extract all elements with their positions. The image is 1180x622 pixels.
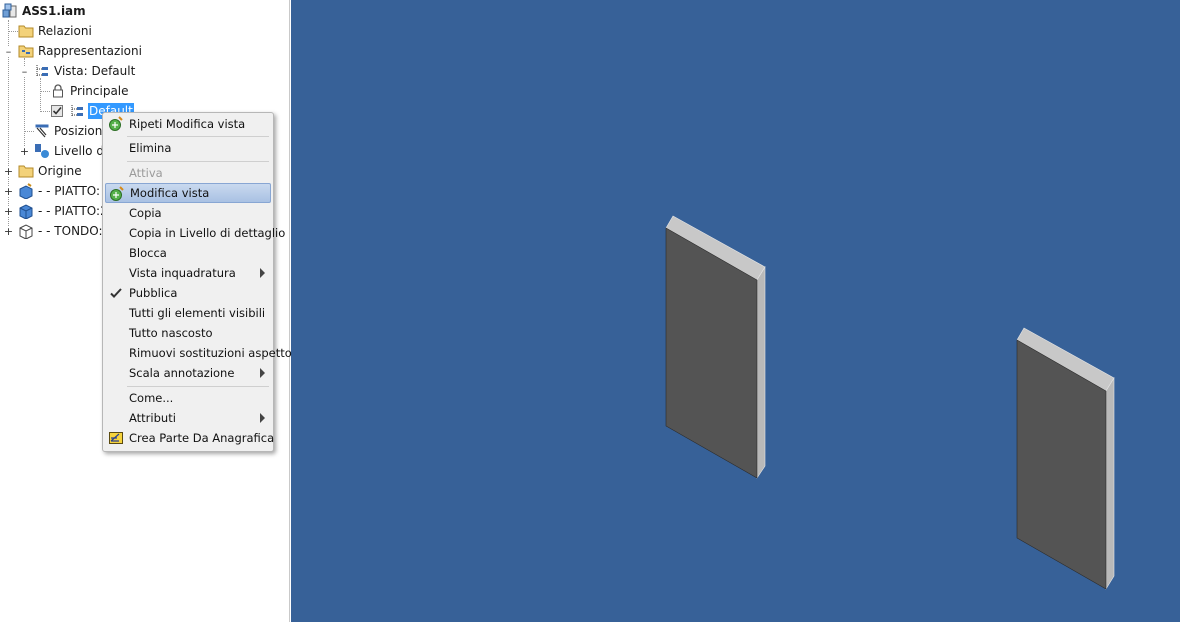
menu-item-label: Crea Parte Da Anagrafica	[129, 431, 275, 445]
view-rep-icon	[34, 63, 50, 79]
tree-item-tondo-1[interactable]: - - TONDO:1	[18, 221, 111, 241]
graphics-viewport[interactable]	[291, 0, 1180, 622]
menu-item-pubblica[interactable]: Pubblica	[105, 283, 271, 303]
menu-item-blocca[interactable]: Blocca	[105, 243, 271, 263]
submenu-arrow-icon	[260, 368, 265, 378]
part-outline-icon	[18, 223, 34, 240]
menu-item-modifica-vista[interactable]: Modifica vista	[105, 183, 271, 203]
tree-item-label: Rappresentazioni	[38, 44, 142, 58]
assembly-icon	[2, 3, 18, 19]
menu-item-rimuovi-sostituzioni[interactable]: Rimuovi sostituzioni aspetto	[105, 343, 292, 363]
tree-line	[40, 78, 41, 112]
plate-part-2[interactable]	[1016, 327, 1115, 591]
create-part-icon	[108, 430, 124, 446]
tree-line	[8, 31, 18, 32]
submenu-arrow-icon	[260, 413, 265, 423]
tree-item-vista-default[interactable]: Vista: Default	[34, 61, 136, 81]
menu-item-come[interactable]: Come...	[105, 388, 271, 408]
representations-folder-icon	[18, 43, 34, 59]
tree-item-label: Livello di	[54, 144, 108, 158]
tree-item-label: Vista: Default	[54, 64, 136, 78]
menu-item-label: Come...	[129, 391, 174, 405]
checkmark-icon	[108, 285, 124, 301]
collapse-icon[interactable]: –	[20, 66, 29, 77]
tree-item-posizione[interactable]: Posizione	[34, 121, 111, 141]
menu-item-label: Pubblica	[129, 286, 178, 300]
menu-item-label: Tutto nascosto	[129, 326, 213, 340]
menu-item-elimina[interactable]: Elimina	[105, 138, 271, 158]
menu-item-label: Vista inquadratura	[129, 266, 236, 280]
menu-item-label: Attributi	[129, 411, 176, 425]
part-icon	[18, 203, 34, 220]
menu-item-label: Ripeti Modifica vista	[129, 117, 246, 131]
plate-part-1[interactable]	[665, 215, 766, 479]
menu-item-label: Scala annotazione	[129, 366, 235, 380]
expand-icon[interactable]: +	[20, 146, 29, 157]
menu-item-vista-inquadratura[interactable]: Vista inquadratura	[105, 263, 271, 283]
modify-view-icon	[109, 186, 125, 202]
tree-item-livello-di[interactable]: Livello di	[34, 141, 108, 161]
tree-item-label: - - TONDO:1	[38, 224, 111, 238]
menu-item-label: Tutti gli elementi visibili	[129, 306, 266, 320]
level-of-detail-icon	[34, 143, 50, 159]
menu-item-attributi[interactable]: Attributi	[105, 408, 271, 428]
tree-item-piatto-1[interactable]: - - PIATTO:	[18, 181, 101, 201]
folder-icon	[18, 163, 34, 179]
tree-root-label: ASS1.iam	[22, 4, 86, 18]
tree-item-label: Relazioni	[38, 24, 92, 38]
menu-item-attiva: Attiva	[105, 163, 271, 183]
tree-line	[40, 91, 50, 92]
tree-item-label: Origine	[38, 164, 82, 178]
menu-item-scala-annotazione[interactable]: Scala annotazione	[105, 363, 271, 383]
collapse-icon[interactable]: –	[4, 46, 13, 57]
context-menu: Ripeti Modifica vista Elimina Attiva Mod…	[102, 112, 292, 452]
view-rep-icon	[69, 103, 85, 119]
menu-item-label: Modifica vista	[130, 186, 210, 200]
tree-item-label: - - PIATTO:2	[38, 204, 108, 218]
menu-item-tutto-nascosto[interactable]: Tutto nascosto	[105, 323, 271, 343]
tree-item-principale[interactable]: Principale	[50, 81, 130, 101]
submenu-arrow-icon	[260, 268, 265, 278]
menu-item-label: Rimuovi sostituzioni aspetto	[129, 346, 292, 360]
menu-item-label: Copia in Livello di dettaglio	[129, 226, 286, 240]
part-icon	[18, 183, 34, 200]
tree-item-label: - - PIATTO:	[38, 184, 101, 198]
expand-icon[interactable]: +	[4, 206, 13, 217]
expand-icon[interactable]: +	[4, 226, 13, 237]
menu-item-label: Blocca	[129, 246, 167, 260]
expand-icon[interactable]: +	[4, 166, 13, 177]
expand-icon[interactable]: +	[4, 186, 13, 197]
tree-item-origine[interactable]: Origine	[18, 161, 83, 181]
tree-item-relazioni[interactable]: Relazioni	[18, 21, 93, 41]
menu-item-label: Elimina	[129, 141, 172, 155]
model-canvas	[665, 215, 1115, 591]
positional-rep-icon	[34, 123, 50, 139]
menu-item-copia-livello-dettaglio[interactable]: Copia in Livello di dettaglio	[105, 223, 285, 243]
menu-item-ripeti-modifica-vista[interactable]: Ripeti Modifica vista	[105, 114, 271, 134]
checkbox-checked-icon[interactable]	[50, 103, 66, 119]
tree-item-rappresentazioni[interactable]: Rappresentazioni	[18, 41, 143, 61]
menu-item-tutti-visibili[interactable]: Tutti gli elementi visibili	[105, 303, 271, 323]
menu-item-crea-parte-da-anagrafica[interactable]: Crea Parte Da Anagrafica	[105, 428, 275, 448]
folder-icon	[18, 23, 34, 39]
menu-item-label: Copia	[129, 206, 162, 220]
menu-separator	[127, 386, 269, 387]
tree-line	[24, 131, 34, 132]
tree-line	[40, 111, 50, 112]
menu-separator	[127, 136, 269, 137]
menu-separator	[127, 161, 269, 162]
modify-view-icon	[108, 116, 124, 132]
tree-item-label: Principale	[70, 84, 129, 98]
lock-icon	[50, 83, 66, 99]
tree-root[interactable]: ASS1.iam	[2, 1, 87, 21]
menu-item-label: Attiva	[129, 166, 163, 180]
tree-item-piatto-2[interactable]: - - PIATTO:2	[18, 201, 109, 221]
menu-item-copia[interactable]: Copia	[105, 203, 271, 223]
